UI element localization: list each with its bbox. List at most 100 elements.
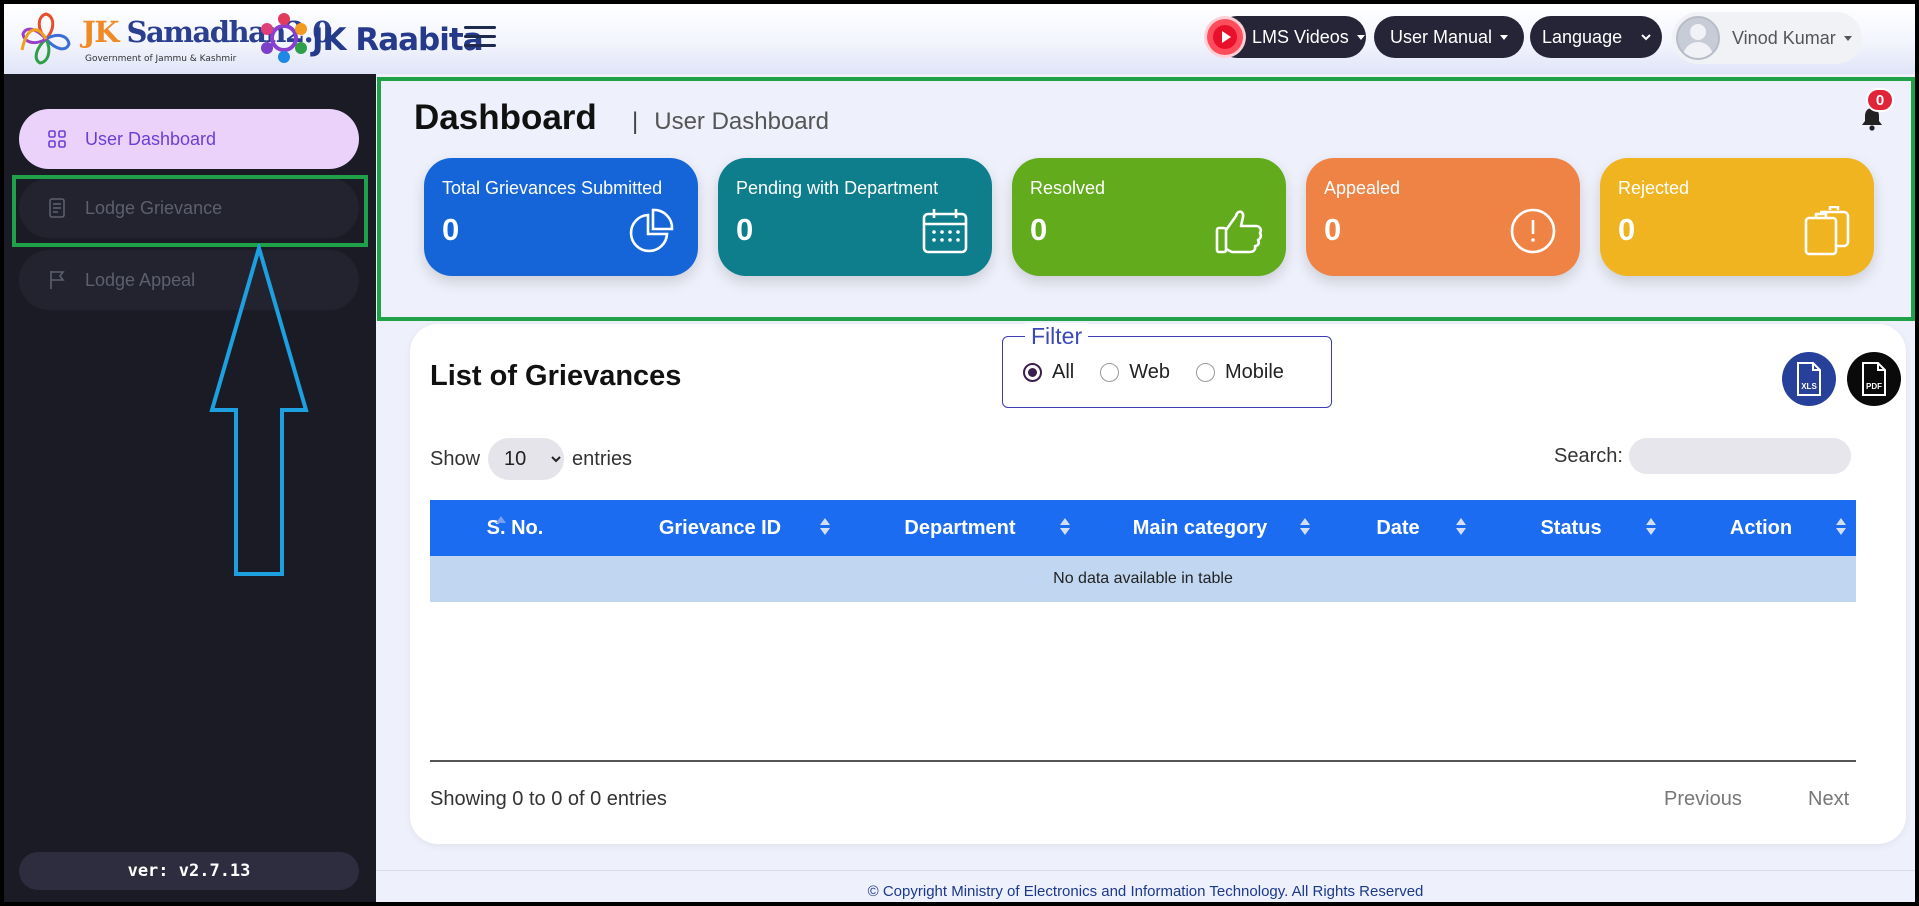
stat-card-pending[interactable]: Pending with Department 0 <box>718 158 992 276</box>
stat-card-resolved[interactable]: Resolved 0 <box>1012 158 1286 276</box>
filter-legend: Filter <box>1025 323 1089 350</box>
sidebar-item-label: User Dashboard <box>85 128 217 149</box>
language-select[interactable]: Language <box>1530 16 1662 58</box>
page-title: Dashboard <box>414 98 597 137</box>
column-header-status[interactable]: Status <box>1476 500 1666 556</box>
version-badge: ver: v2.7.13 <box>19 852 359 890</box>
sidebar-item-lodge-grievance[interactable]: Lodge Grievance <box>19 178 359 238</box>
filter-option-label: All <box>1052 361 1075 383</box>
filter-option-web[interactable]: Web <box>1100 361 1170 384</box>
card-value: 0 <box>1618 212 1636 247</box>
government-subtitle: Government of Jammu & Kashmir <box>85 54 237 64</box>
main-content: Dashboard | User Dashboard 0 Total Grieva… <box>376 74 1915 902</box>
sort-icon <box>1060 518 1070 538</box>
filter-options: All Web Mobile <box>1023 361 1310 384</box>
card-value: 0 <box>1324 212 1342 247</box>
grievance-list-panel: List of Grievances Filter All Web Mobile <box>410 323 1906 844</box>
sidebar: User Dashboard Lodge Grievance Lodge App… <box>4 74 376 902</box>
caret-down-icon <box>1843 35 1852 41</box>
menu-toggle-button[interactable] <box>464 22 496 50</box>
user-manual-dropdown[interactable]: User Manual <box>1374 16 1524 58</box>
card-value: 0 <box>736 212 754 247</box>
sort-asc-icon <box>496 516 506 524</box>
hamburger-line <box>464 26 496 29</box>
calendar-icon <box>922 209 968 254</box>
pdf-label: PDF <box>1866 382 1882 391</box>
card-label: Rejected <box>1618 178 1690 198</box>
card-label: Resolved <box>1030 178 1106 198</box>
column-header-grievance-id[interactable]: Grievance ID <box>600 500 840 556</box>
page-size-select[interactable]: 102550100 <box>488 438 565 480</box>
pdf-file-icon: PDF <box>1862 362 1886 396</box>
stat-card-appealed[interactable]: Appealed 0 <box>1306 158 1580 276</box>
list-title: List of Grievances <box>430 360 682 392</box>
sort-icon <box>1300 518 1310 538</box>
radio-web[interactable] <box>1100 363 1120 382</box>
column-header-action[interactable]: Action <box>1666 500 1856 556</box>
sidebar-item-user-dashboard[interactable]: User Dashboard <box>19 109 359 169</box>
notification-count-badge: 0 <box>1866 88 1894 112</box>
avatar <box>1676 16 1720 60</box>
user-menu[interactable]: Vinod Kumar <box>1672 12 1862 64</box>
sort-icon <box>1456 518 1466 538</box>
search-input[interactable] <box>1628 438 1851 474</box>
grid-icon <box>47 129 67 149</box>
thumbs-up-icon <box>1215 210 1263 254</box>
column-label: Main category <box>1132 516 1268 539</box>
filter-option-all[interactable]: All <box>1023 361 1074 384</box>
app-frame: JK Samadhan2.0 Government of Jammu & Kas… <box>4 4 1915 902</box>
card-label: Pending with Department <box>736 178 939 198</box>
chevron-down-icon <box>1641 34 1651 41</box>
column-header-s-no[interactable]: S. No. <box>430 500 600 556</box>
caret-down-icon <box>1500 34 1509 40</box>
breadcrumb-current: User Dashboard <box>654 108 829 135</box>
table-header: S. No. Grievance ID Department Main cate… <box>430 500 1856 556</box>
show-label: Show <box>430 447 481 470</box>
flower-logo-icon <box>20 12 71 65</box>
sort-icon <box>1646 518 1656 538</box>
language-label: Language <box>1542 26 1623 47</box>
jk-raabita-logo[interactable]: JK Raabita <box>254 10 484 68</box>
pie-chart-icon <box>629 208 674 253</box>
table-info: Showing 0 to 0 of 0 entries <box>430 788 667 810</box>
radio-mobile[interactable] <box>1196 363 1215 382</box>
document-icon <box>47 198 67 218</box>
table-bottom-divider <box>430 760 1856 762</box>
filter-option-label: Web <box>1129 361 1170 383</box>
export-pdf-button[interactable]: PDF <box>1847 352 1901 406</box>
hamburger-line <box>464 35 496 38</box>
table-search: Search: <box>1554 438 1851 474</box>
caret-down-icon <box>1356 34 1365 40</box>
hamburger-line <box>464 44 496 47</box>
lms-videos-label: LMS Videos <box>1252 26 1349 47</box>
card-value: 0 <box>442 212 460 247</box>
page-size-control: Show 102550100 entries <box>430 438 632 480</box>
copyright-text: © Copyright Ministry of Electronics and … <box>867 883 1424 900</box>
jk-samadhan-logo[interactable]: JK Samadhan2.0 Government of Jammu & Kas… <box>18 10 332 68</box>
footer: © Copyright Ministry of Electronics and … <box>376 870 1915 902</box>
column-header-department[interactable]: Department <box>840 500 1080 556</box>
previous-page-button[interactable]: Previous <box>1664 788 1742 811</box>
empty-table-row: No data available in table <box>430 556 1856 602</box>
stat-card-rejected[interactable]: Rejected 0 <box>1600 158 1874 276</box>
sort-icon <box>820 518 830 538</box>
user-manual-label: User Manual <box>1389 26 1493 47</box>
card-label: Total Grievances Submitted <box>442 178 663 198</box>
sidebar-item-label: Lodge Grievance <box>85 197 223 218</box>
youtube-play-icon <box>1207 19 1243 55</box>
raabita-wordmark: JK Raabita <box>312 22 484 58</box>
radio-all[interactable] <box>1023 363 1042 382</box>
column-label: Date <box>1376 516 1420 539</box>
card-label: Appealed <box>1324 178 1401 198</box>
filter-option-mobile[interactable]: Mobile <box>1196 361 1284 384</box>
column-header-date[interactable]: Date <box>1320 500 1476 556</box>
sidebar-item-lodge-appeal[interactable]: Lodge Appeal <box>19 250 359 310</box>
stat-card-total-grievances[interactable]: Total Grievances Submitted 0 <box>424 158 698 276</box>
user-name: Vinod Kumar <box>1732 27 1836 48</box>
sort-icon <box>1836 518 1846 538</box>
export-xls-button[interactable]: XLS <box>1782 352 1836 406</box>
flag-icon <box>47 270 67 290</box>
search-label: Search: <box>1554 444 1623 467</box>
next-page-button[interactable]: Next <box>1808 788 1849 811</box>
column-header-main-category[interactable]: Main category <box>1080 500 1320 556</box>
